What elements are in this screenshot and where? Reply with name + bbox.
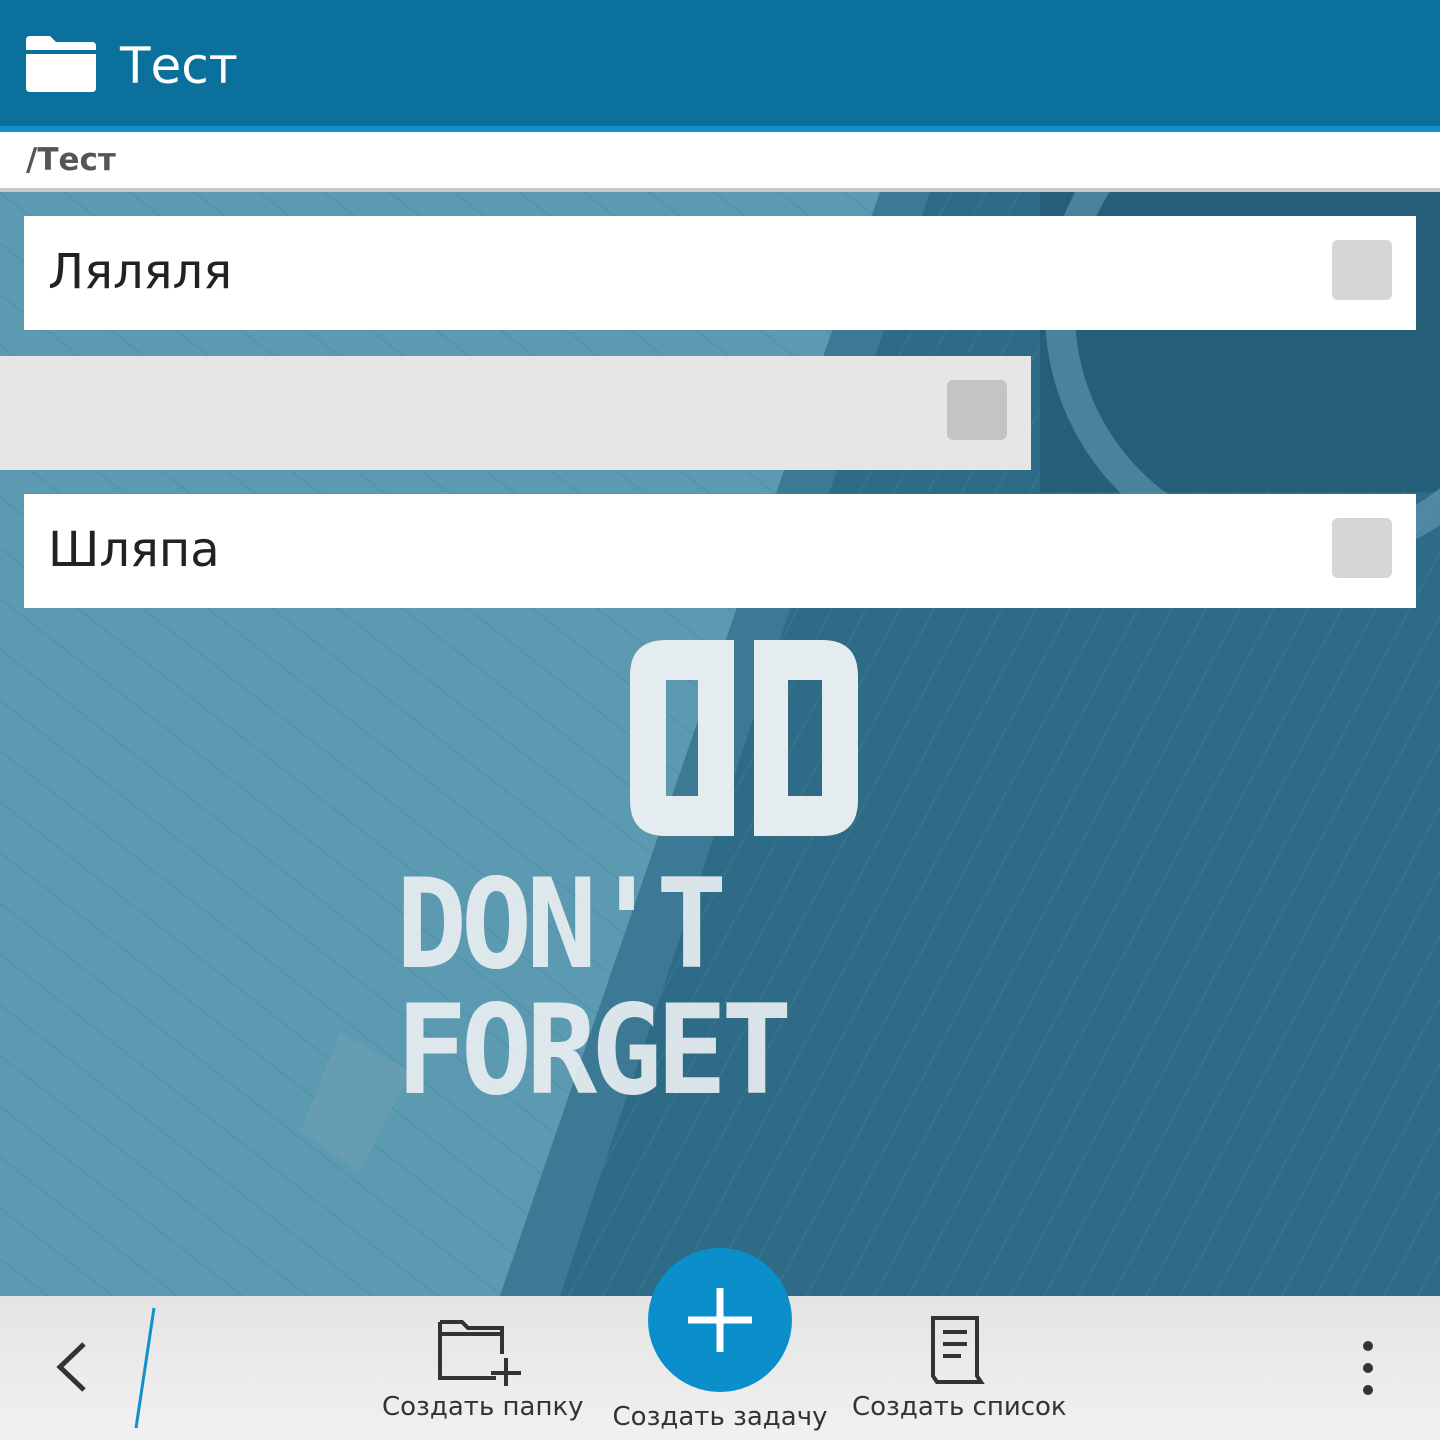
list-icon <box>931 1316 985 1384</box>
task-checkbox[interactable] <box>1332 518 1392 578</box>
folder-icon <box>26 36 96 92</box>
back-icon[interactable] <box>40 1332 110 1402</box>
list-item[interactable] <box>0 356 1031 470</box>
plus-icon <box>688 1288 752 1352</box>
task-checkbox[interactable] <box>1332 240 1392 300</box>
breadcrumb-path[interactable]: /Тест <box>26 142 116 178</box>
breadcrumb: /Тест <box>0 132 1440 192</box>
create-list-button[interactable]: Создать список <box>852 1314 1067 1422</box>
app-logo-mark <box>630 640 858 836</box>
create-list-label: Создать список <box>852 1392 1067 1422</box>
overflow-menu-icon[interactable] <box>1346 1338 1390 1398</box>
task-checkbox[interactable] <box>947 380 1007 440</box>
task-title: Ляляля <box>48 244 233 300</box>
list-item[interactable]: Шляпа <box>24 494 1416 608</box>
create-task-label: Создать задачу <box>612 1402 828 1432</box>
create-folder-label: Создать папку <box>382 1392 584 1422</box>
folder-add-icon <box>438 1320 521 1386</box>
task-title: Шляпа <box>48 522 220 578</box>
create-task-button[interactable] <box>648 1248 792 1392</box>
page-title: Тест <box>120 37 238 95</box>
title-bar: Тест <box>0 0 1440 132</box>
app-logo-text: DON'T FORGET <box>396 851 792 1123</box>
divider <box>134 1307 156 1429</box>
create-folder-button[interactable]: Создать папку <box>382 1314 584 1422</box>
list-item[interactable]: Ляляля <box>24 216 1416 330</box>
